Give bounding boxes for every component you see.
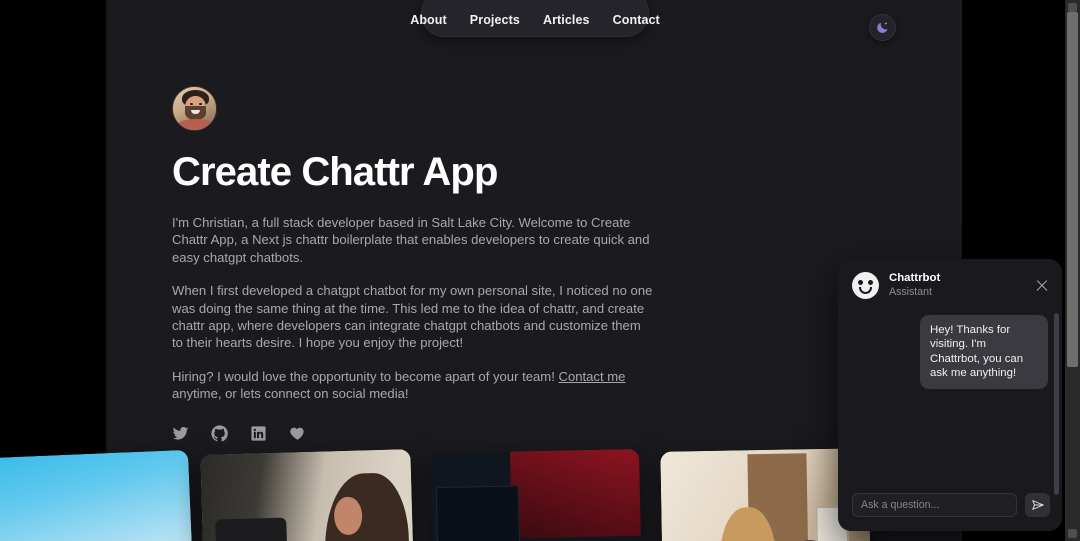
hiring-text-after: anytime, or lets connect on social media… [172, 386, 409, 402]
hero-section: Create Chattr App I'm Christian, a full … [172, 86, 732, 442]
chatbot-message-list: Hey! Thanks for visiting. I'm Chattrbot,… [838, 309, 1062, 495]
chat-message-bot: Hey! Thanks for visiting. I'm Chattrbot,… [920, 315, 1048, 389]
chatbot-input-row [838, 493, 1062, 531]
chatbot-role: Assistant [889, 286, 932, 298]
chat-scrollbar[interactable] [1054, 313, 1059, 495]
browser-scroll-thumb[interactable] [1067, 12, 1078, 367]
intro-paragraph: I'm Christian, a full stack developer ba… [172, 215, 650, 265]
chatbot-name: Chattrbot [889, 272, 941, 284]
nav-link-contact[interactable]: Contact [613, 13, 660, 27]
send-paper-plane-icon [1031, 500, 1044, 510]
smiley-face-icon [852, 272, 879, 299]
chatbot-identity: Chattrbot Assistant [889, 272, 1024, 299]
developer-desk-image [200, 449, 416, 541]
project-card-laptop[interactable] [0, 449, 196, 541]
hiring-text-before: Hiring? I would love the opportunity to … [172, 368, 559, 384]
browser-viewport: About Projects Articles Contact Create C… [0, 0, 1080, 541]
laptop-screen-image [0, 449, 196, 541]
send-button[interactable] [1025, 493, 1050, 517]
hiring-paragraph: Hiring? I would love the opportunity to … [172, 368, 654, 403]
scroll-up-arrow[interactable] [1068, 3, 1077, 12]
page-title: Create Chattr App [172, 150, 498, 194]
project-card-code[interactable] [431, 448, 643, 541]
story-paragraph: When I first developed a chatgpt chatbot… [172, 283, 653, 351]
avatar [172, 86, 217, 131]
close-icon[interactable] [1034, 278, 1050, 294]
scroll-down-arrow[interactable] [1068, 529, 1077, 538]
contact-me-link[interactable]: Contact me [558, 369, 625, 384]
nav-link-projects[interactable]: Projects [470, 13, 520, 27]
main-navigation: About Projects Articles Contact [410, 0, 660, 37]
moon-star-icon [877, 21, 888, 33]
chatbot-widget: Chattrbot Assistant Hey! Thanks for visi… [838, 259, 1062, 531]
chatbot-header: Chattrbot Assistant [838, 259, 1062, 309]
nav-link-articles[interactable]: Articles [543, 13, 590, 27]
browser-scrollbar[interactable] [1065, 0, 1080, 541]
theme-toggle-button[interactable] [869, 14, 896, 41]
chat-question-input[interactable] [852, 493, 1017, 517]
code-monitors-image [431, 448, 643, 541]
nav-link-about[interactable]: About [410, 13, 447, 27]
project-card-developer[interactable] [200, 449, 416, 541]
